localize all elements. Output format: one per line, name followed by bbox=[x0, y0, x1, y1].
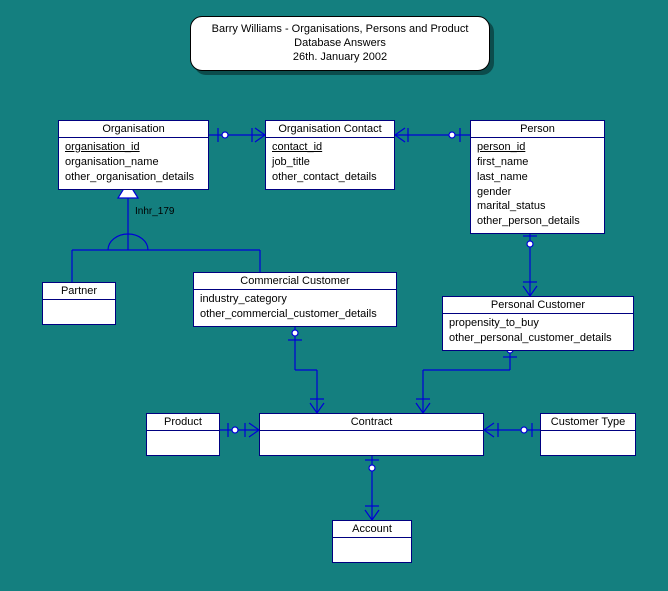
entity-organisation-attr-0: organisation_name bbox=[65, 155, 202, 170]
entity-commercial-customer: Commercial Customer industry_category ot… bbox=[193, 272, 397, 327]
entity-person-attr-2: gender bbox=[477, 185, 598, 200]
entity-personal-customer: Personal Customer propensity_to_buy othe… bbox=[442, 296, 634, 351]
entity-organisation-contact: Organisation Contact contact_id job_titl… bbox=[265, 120, 395, 190]
entity-organisation-contact-attr-0: job_title bbox=[272, 155, 388, 170]
entity-customer-type: Customer Type bbox=[540, 413, 636, 456]
entity-partner-header: Partner bbox=[43, 283, 115, 300]
entity-organisation-contact-pk: contact_id bbox=[272, 140, 388, 155]
entity-commercial-customer-attr-0: industry_category bbox=[200, 292, 390, 307]
entity-partner: Partner bbox=[42, 282, 116, 325]
entity-person: Person person_id first_name last_name ge… bbox=[470, 120, 605, 234]
inheritance-label: Inhr_179 bbox=[135, 206, 174, 217]
entity-organisation: Organisation organisation_id organisatio… bbox=[58, 120, 209, 190]
entity-organisation-header: Organisation bbox=[59, 121, 208, 138]
entity-organisation-contact-attr-1: other_contact_details bbox=[272, 170, 388, 185]
entity-personal-customer-attr-1: other_personal_customer_details bbox=[449, 331, 627, 346]
entity-personal-customer-header: Personal Customer bbox=[443, 297, 633, 314]
entity-personal-customer-attr-0: propensity_to_buy bbox=[449, 316, 627, 331]
entity-organisation-pk: organisation_id bbox=[65, 140, 202, 155]
entity-person-attr-3: marital_status bbox=[477, 199, 598, 214]
entity-account-header: Account bbox=[333, 521, 411, 538]
diagram-title-box: Barry Williams - Organisations, Persons … bbox=[190, 16, 490, 71]
entity-product: Product bbox=[146, 413, 220, 456]
title-line2: Database Answers bbox=[195, 37, 485, 51]
entity-person-pk: person_id bbox=[477, 140, 598, 155]
entity-person-header: Person bbox=[471, 121, 604, 138]
entity-person-attr-0: first_name bbox=[477, 155, 598, 170]
title-line1: Barry Williams - Organisations, Persons … bbox=[195, 23, 485, 37]
title-line3: 26th. January 2002 bbox=[195, 51, 485, 65]
entity-commercial-customer-header: Commercial Customer bbox=[194, 273, 396, 290]
entity-person-attr-4: other_person_details bbox=[477, 214, 598, 229]
entity-product-header: Product bbox=[147, 414, 219, 431]
entity-contract: Contract bbox=[259, 413, 484, 456]
entity-organisation-contact-header: Organisation Contact bbox=[266, 121, 394, 138]
entity-account: Account bbox=[332, 520, 412, 563]
entity-person-attr-1: last_name bbox=[477, 170, 598, 185]
entity-commercial-customer-attr-1: other_commercial_customer_details bbox=[200, 307, 390, 322]
entity-customer-type-header: Customer Type bbox=[541, 414, 635, 431]
entity-organisation-attr-1: other_organisation_details bbox=[65, 170, 202, 185]
entity-contract-header: Contract bbox=[260, 414, 483, 431]
